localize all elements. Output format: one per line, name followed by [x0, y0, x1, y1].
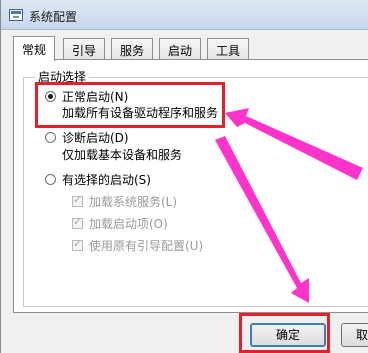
cancel-button[interactable]: 取 [341, 323, 368, 347]
tab-tools[interactable]: 工具 [207, 38, 250, 60]
tab-services[interactable]: 服务 [111, 38, 154, 60]
selective-startup-label: 有选择的启动(S) [62, 173, 151, 187]
window-title: 系统配置 [29, 10, 78, 24]
highlight-ok-button [239, 313, 330, 353]
selective-startup-radio[interactable] [45, 174, 56, 185]
tab-general[interactable]: 常规 [13, 36, 56, 61]
load-system-services-label: 加载系统服务(L) [89, 195, 178, 209]
tab-tools-label: 工具 [216, 44, 241, 58]
tab-boot[interactable]: 引导 [63, 38, 106, 60]
tab-strip: 常规 引导 服务 启动 工具 [13, 36, 368, 61]
load-startup-items-label: 加载启动项(O) [89, 217, 168, 231]
tab-general-label: 常规 [22, 43, 47, 57]
load-startup-items-option[interactable]: 加载启动项(O) [72, 215, 168, 232]
system-config-window: 系统配置 常规 引导 服务 启动 工具 启动选择 正常启动(N) 加载所有设备驱… [0, 0, 368, 353]
highlight-normal-startup [35, 82, 225, 128]
diagnostic-startup-description: 仅加载基本设备和服务 [62, 148, 183, 162]
cancel-button-label: 取 [356, 328, 368, 342]
system-config-icon [9, 9, 23, 21]
diagnostic-startup-option[interactable]: 诊断启动(D) [45, 129, 129, 146]
selective-startup-option[interactable]: 有选择的启动(S) [45, 171, 151, 188]
tab-boot-label: 引导 [72, 44, 97, 58]
load-startup-items-checkbox[interactable] [72, 215, 83, 229]
use-original-boot-config-label: 使用原有引导配置(U) [89, 239, 204, 253]
use-original-boot-config-checkbox[interactable] [72, 237, 83, 251]
tab-services-label: 服务 [120, 44, 145, 58]
tab-startup-label: 启动 [168, 44, 193, 58]
load-system-services-option[interactable]: 加载系统服务(L) [72, 193, 177, 210]
diagnostic-startup-radio[interactable] [45, 132, 56, 143]
use-original-boot-config-option[interactable]: 使用原有引导配置(U) [72, 237, 203, 254]
diagnostic-startup-label: 诊断启动(D) [62, 131, 129, 145]
tab-startup[interactable]: 启动 [159, 38, 202, 60]
load-system-services-checkbox[interactable] [72, 193, 83, 207]
title-bar[interactable]: 系统配置 [1, 0, 368, 30]
